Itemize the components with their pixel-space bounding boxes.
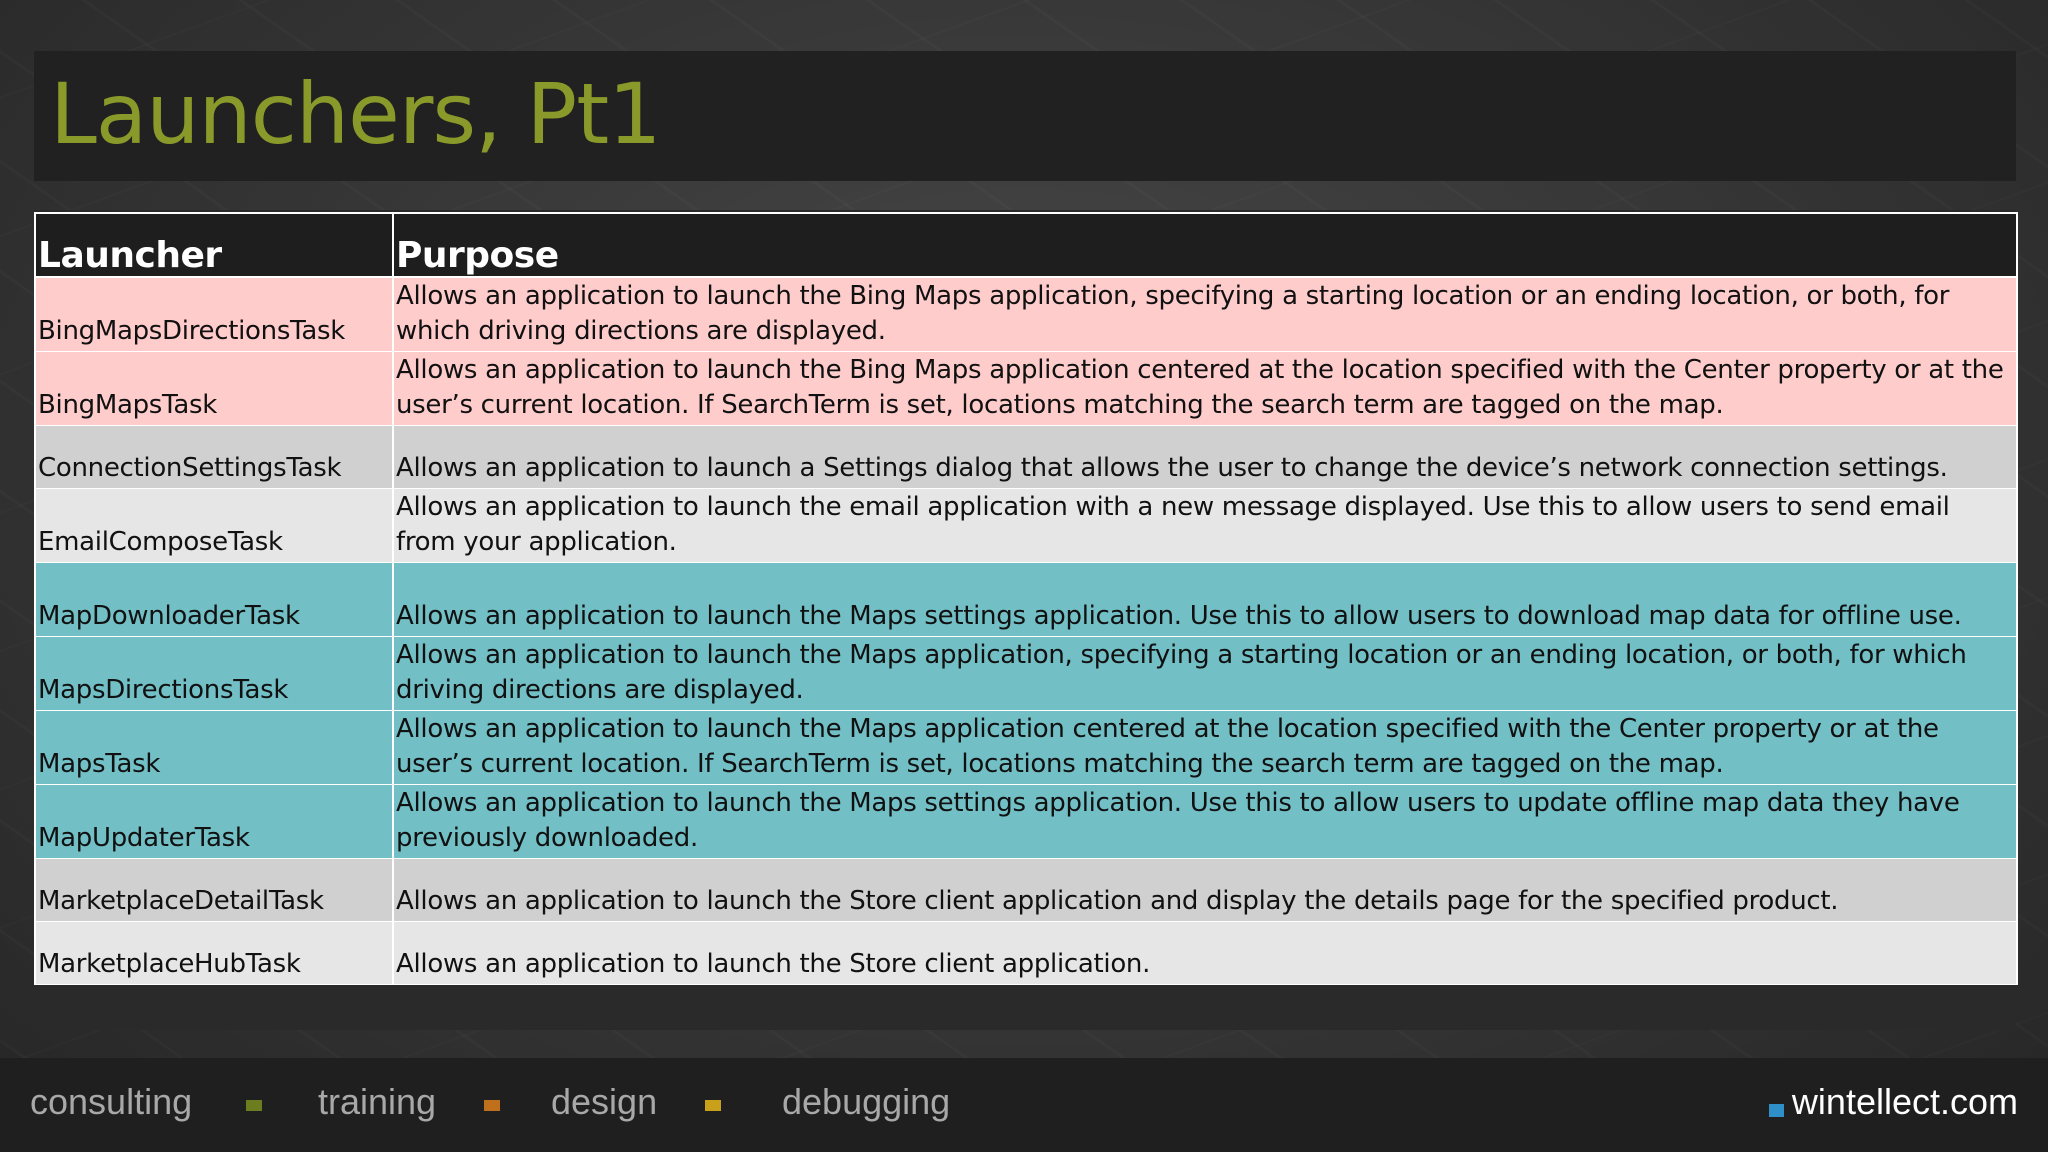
launchers-table-wrap: Launcher Purpose BingMapsDirectionsTask … [34,212,2018,985]
footer-consulting: consulting [30,1081,193,1122]
launcher-name: BingMapsDirectionsTask [34,277,394,352]
footer-debugging: debugging [782,1081,951,1122]
launcher-purpose: Allows an application to launch the Maps… [392,562,2018,637]
launcher-name: BingMapsTask [34,351,394,426]
table-row: BingMapsDirectionsTask Allows an applica… [34,277,2018,352]
green-square-icon [246,1100,262,1111]
table-header-row: Launcher Purpose [34,212,2018,278]
launcher-purpose: Allows an application to launch the Bing… [392,351,2018,426]
launcher-name: EmailComposeTask [34,488,394,563]
launcher-name: MapUpdaterTask [34,784,394,859]
table-row: MapUpdaterTask Allows an application to … [34,784,2018,859]
footer-design: design [551,1081,658,1122]
launcher-purpose: Allows an application to launch the Stor… [392,921,2018,985]
launcher-name: MarketplaceHubTask [34,921,394,985]
launcher-purpose: Allows an application to launch the Stor… [392,858,2018,922]
table-row: MarketplaceDetailTask Allows an applicat… [34,858,2018,922]
footer-bar: consulting training design debugging win… [0,1058,2048,1152]
launcher-purpose: Allows an application to launch a Settin… [392,425,2018,489]
launcher-name: MapsTask [34,710,394,785]
launcher-purpose: Allows an application to launch the Maps… [392,636,2018,711]
launcher-name: MapsDirectionsTask [34,636,394,711]
yellow-square-icon [705,1100,721,1111]
launcher-purpose: Allows an application to launch the Maps… [392,784,2018,859]
header-purpose: Purpose [392,212,2018,278]
launchers-table: Launcher Purpose BingMapsDirectionsTask … [34,212,2018,985]
launcher-name: MapDownloaderTask [34,562,394,637]
title-band: Launchers, Pt1 [34,51,2016,181]
table-row: ConnectionSettingsTask Allows an applica… [34,425,2018,489]
launcher-name: MarketplaceDetailTask [34,858,394,922]
table-row: EmailComposeTask Allows an application t… [34,488,2018,563]
table-row: BingMapsTask Allows an application to la… [34,351,2018,426]
table-row: MarketplaceHubTask Allows an application… [34,921,2018,985]
launcher-purpose: Allows an application to launch the emai… [392,488,2018,563]
table-row: MapsDirectionsTask Allows an application… [34,636,2018,711]
table-row: MapDownloaderTask Allows an application … [34,562,2018,637]
header-launcher: Launcher [34,212,394,278]
orange-square-icon [484,1100,500,1111]
slide-title: Launchers, Pt1 [50,65,662,163]
blue-square-icon [1769,1104,1784,1117]
launcher-name: ConnectionSettingsTask [34,425,394,489]
table-row: MapsTask Allows an application to launch… [34,710,2018,785]
footer-training: training [318,1081,437,1122]
launcher-purpose: Allows an application to launch the Bing… [392,277,2018,352]
launcher-purpose: Allows an application to launch the Maps… [392,710,2018,785]
brand-link[interactable]: wintellect.com [1792,1080,2018,1124]
